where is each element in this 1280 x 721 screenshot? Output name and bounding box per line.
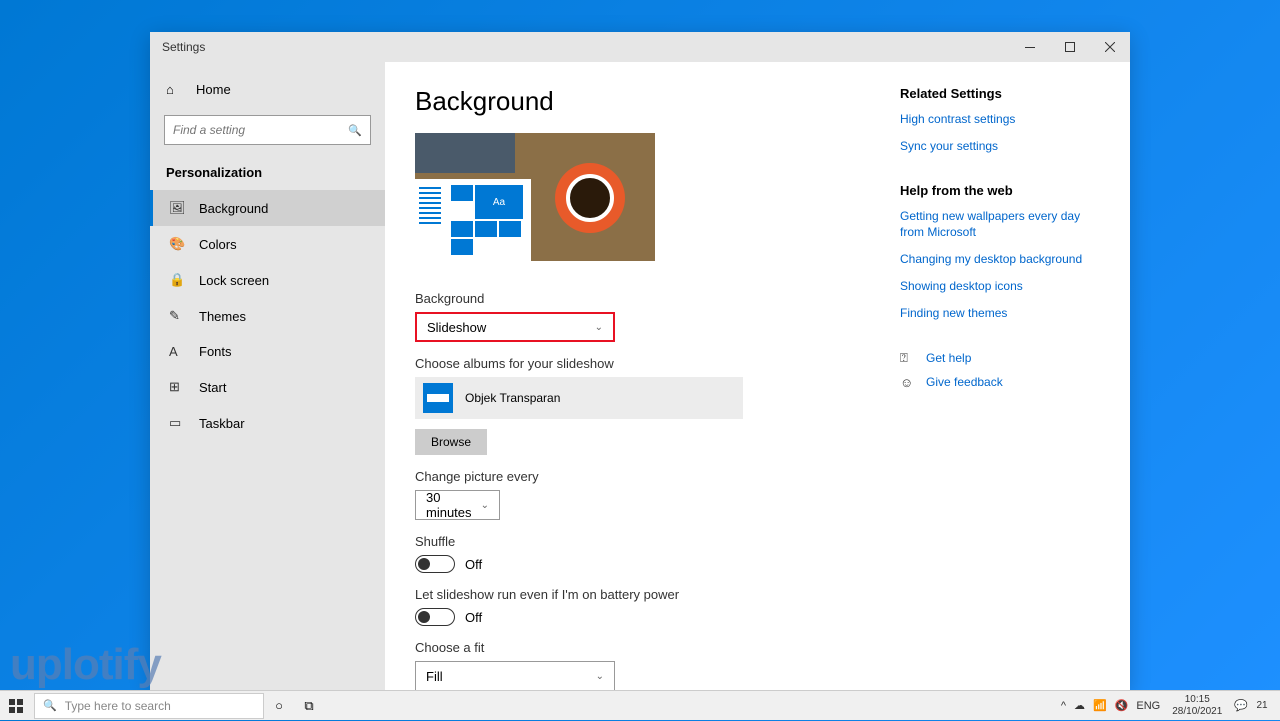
chevron-down-icon: ⌄: [596, 671, 604, 682]
tray-volume-icon[interactable]: 🔇: [1111, 699, 1133, 712]
shuffle-state: Off: [465, 557, 482, 572]
desktop-preview: Aa: [415, 133, 655, 261]
link-give-feedback[interactable]: Give feedback: [926, 374, 1003, 391]
picture-icon: 🖼: [169, 200, 185, 216]
window-title: Settings: [162, 40, 205, 54]
sidebar-item-background[interactable]: 🖼 Background: [150, 190, 385, 226]
sidebar-item-fonts[interactable]: A Fonts: [150, 334, 385, 369]
window-controls: [1010, 32, 1130, 62]
brush-icon: ✎: [169, 308, 185, 324]
background-label: Background: [415, 291, 870, 306]
task-view-button[interactable]: ⧉: [294, 691, 324, 721]
sidebar-item-label: Start: [199, 380, 226, 395]
album-row[interactable]: Objek Transparan: [415, 377, 743, 419]
sidebar-item-label: Themes: [199, 309, 246, 324]
shuffle-label: Shuffle: [415, 534, 870, 549]
tray-network-icon[interactable]: 📶: [1089, 699, 1111, 712]
folder-icon: [423, 383, 453, 413]
search-input[interactable]: 🔍: [164, 115, 371, 145]
related-panel: Related Settings High contrast settings …: [900, 86, 1100, 668]
titlebar: Settings: [150, 32, 1130, 62]
search-icon: 🔍: [43, 699, 57, 712]
help-heading: Help from the web: [900, 183, 1100, 198]
change-every-label: Change picture every: [415, 469, 870, 484]
sidebar-item-label: Lock screen: [199, 273, 269, 288]
related-heading: Related Settings: [900, 86, 1100, 101]
home-icon: ⌂: [166, 82, 182, 97]
sidebar-item-label: Background: [199, 201, 268, 216]
system-tray: ^ ☁ 📶 🔇 ENG 10:15 28/10/2021 💬 21: [1057, 694, 1280, 718]
change-every-value: 30 minutes: [426, 490, 481, 520]
content-area: Background Aa: [385, 62, 1130, 692]
close-icon: [1105, 42, 1115, 52]
palette-icon: 🎨: [169, 236, 185, 252]
minimize-icon: [1025, 47, 1035, 48]
fit-dropdown[interactable]: Fill ⌄: [415, 661, 615, 691]
sidebar-item-label: Fonts: [199, 344, 232, 359]
font-icon: A: [169, 344, 185, 359]
home-nav[interactable]: ⌂ Home: [150, 72, 385, 107]
sidebar-item-colors[interactable]: 🎨 Colors: [150, 226, 385, 262]
maximize-button[interactable]: [1050, 32, 1090, 62]
tray-onedrive-icon[interactable]: ☁: [1070, 699, 1089, 712]
tray-date: 28/10/2021: [1172, 706, 1222, 718]
help-icon: ⍰: [900, 350, 916, 366]
lock-icon: 🔒: [169, 272, 185, 288]
taskbar-search-placeholder: Type here to search: [65, 699, 171, 713]
link-desktop-icons[interactable]: Showing desktop icons: [900, 278, 1100, 295]
album-name: Objek Transparan: [465, 391, 560, 405]
tray-notifications-icon[interactable]: 💬: [1230, 699, 1252, 712]
link-change-background[interactable]: Changing my desktop background: [900, 251, 1100, 268]
shuffle-toggle[interactable]: [415, 555, 455, 573]
sidebar-item-themes[interactable]: ✎ Themes: [150, 298, 385, 334]
tray-language[interactable]: ENG: [1132, 700, 1164, 712]
tray-chevron-icon[interactable]: ^: [1057, 700, 1070, 712]
cortana-button[interactable]: ○: [264, 691, 294, 721]
fit-value: Fill: [426, 669, 443, 684]
settings-window: Settings ⌂ Home 🔍 Personalization: [150, 32, 1130, 692]
battery-state: Off: [465, 610, 482, 625]
background-value: Slideshow: [427, 320, 486, 335]
watermark: uplotify: [10, 640, 161, 690]
taskbar-search[interactable]: 🔍 Type here to search: [34, 693, 264, 719]
taskbar: 🔍 Type here to search ○ ⧉ ^ ☁ 📶 🔇 ENG 10…: [0, 690, 1280, 720]
feedback-icon: ☺: [900, 375, 916, 390]
background-dropdown[interactable]: Slideshow ⌄: [415, 312, 615, 342]
battery-label: Let slideshow run even if I'm on battery…: [415, 587, 870, 602]
tray-notifications-count: 21: [1252, 700, 1272, 711]
tray-time: 10:15: [1172, 694, 1222, 706]
chevron-down-icon: ⌄: [595, 322, 603, 333]
link-high-contrast[interactable]: High contrast settings: [900, 111, 1100, 128]
sidebar-item-label: Taskbar: [199, 416, 245, 431]
tray-clock[interactable]: 10:15 28/10/2021: [1164, 694, 1230, 718]
sidebar-item-label: Colors: [199, 237, 237, 252]
fit-label: Choose a fit: [415, 640, 870, 655]
category-heading: Personalization: [150, 153, 385, 190]
sidebar-item-taskbar[interactable]: ▭ Taskbar: [150, 405, 385, 441]
link-get-help[interactable]: Get help: [926, 350, 971, 367]
sidebar: ⌂ Home 🔍 Personalization 🖼 Background 🎨 …: [150, 62, 385, 692]
link-sync-settings[interactable]: Sync your settings: [900, 138, 1100, 155]
albums-label: Choose albums for your slideshow: [415, 356, 870, 371]
chevron-down-icon: ⌄: [481, 500, 489, 511]
battery-toggle[interactable]: [415, 608, 455, 626]
preview-aa: Aa: [475, 185, 523, 219]
windows-icon: [9, 699, 23, 713]
minimize-button[interactable]: [1010, 32, 1050, 62]
sidebar-item-start[interactable]: ⊞ Start: [150, 369, 385, 405]
maximize-icon: [1065, 42, 1075, 52]
close-button[interactable]: [1090, 32, 1130, 62]
page-title: Background: [415, 86, 870, 117]
link-find-themes[interactable]: Finding new themes: [900, 305, 1100, 322]
taskbar-icon: ▭: [169, 415, 185, 431]
search-icon: 🔍: [348, 124, 362, 137]
change-every-dropdown[interactable]: 30 minutes ⌄: [415, 490, 500, 520]
home-label: Home: [196, 82, 231, 97]
start-icon: ⊞: [169, 379, 185, 395]
search-field[interactable]: [173, 123, 348, 137]
browse-button[interactable]: Browse: [415, 429, 487, 455]
start-button[interactable]: [0, 691, 32, 721]
sidebar-item-lockscreen[interactable]: 🔒 Lock screen: [150, 262, 385, 298]
link-wallpapers[interactable]: Getting new wallpapers every day from Mi…: [900, 208, 1100, 242]
